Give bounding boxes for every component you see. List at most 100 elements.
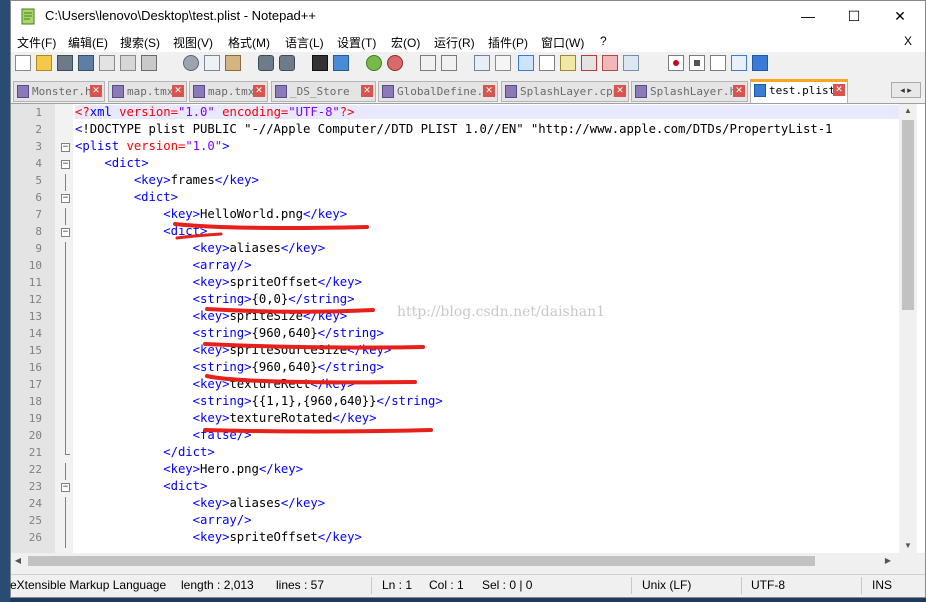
fold-guide-line	[65, 242, 66, 259]
sync-vertical-icon[interactable]	[420, 55, 436, 71]
tab-monster-h[interactable]: Monster.h ✕	[13, 81, 105, 102]
code-line: <key>HelloWorld.png</key>	[163, 207, 348, 221]
vertical-scrollbar[interactable]: ▲ ▼	[899, 104, 917, 553]
code-line: <dict>	[133, 190, 178, 204]
stop-record-icon[interactable]	[689, 55, 705, 71]
scroll-left-icon[interactable]: ◀	[11, 553, 25, 569]
close-document-button[interactable]: X	[904, 34, 912, 48]
doc-map-icon[interactable]	[539, 55, 555, 71]
menu-plugins[interactable]: 插件(P)	[488, 34, 528, 51]
fold-toggle-icon[interactable]: −	[61, 483, 70, 492]
new-file-icon[interactable]	[15, 55, 31, 71]
tab-map-tmx-1[interactable]: map.tmx ✕	[108, 81, 187, 102]
tab-close-icon[interactable]: ✕	[172, 85, 184, 97]
function-list-icon[interactable]	[560, 55, 576, 71]
tab-close-icon[interactable]: ✕	[361, 85, 373, 97]
close-file-icon[interactable]	[99, 55, 115, 71]
file-icon	[754, 84, 766, 97]
menu-window[interactable]: 窗口(W)	[541, 34, 584, 51]
paste-icon[interactable]	[225, 55, 241, 71]
tab-ds-store[interactable]: _DS_Store ✕	[271, 81, 376, 102]
close-all-icon[interactable]	[120, 55, 136, 71]
indent-guide-icon[interactable]	[518, 55, 534, 71]
replace-icon[interactable]	[333, 55, 349, 71]
tab-test-plist[interactable]: test.plist ✕	[750, 79, 848, 103]
print-icon[interactable]	[141, 55, 157, 71]
word-wrap-icon[interactable]	[474, 55, 490, 71]
show-all-chars-icon[interactable]	[495, 55, 511, 71]
tab-close-icon[interactable]: ✕	[483, 85, 495, 97]
code-line: <string>{0,0}</string>	[192, 292, 355, 306]
find-icon[interactable]	[312, 55, 328, 71]
tab-close-icon[interactable]: ✕	[614, 85, 626, 97]
copy-icon[interactable]	[204, 55, 220, 71]
menu-file[interactable]: 文件(F)	[17, 34, 56, 51]
menu-format[interactable]: 格式(M)	[228, 34, 270, 51]
menu-language[interactable]: 语言(L)	[285, 34, 324, 51]
fold-guide-line	[65, 208, 66, 225]
horizontal-scroll-thumb[interactable]	[28, 556, 815, 566]
menu-settings[interactable]: 设置(T)	[337, 34, 376, 51]
code-line: <key>Hero.png</key>	[163, 462, 303, 476]
tab-close-icon[interactable]: ✕	[90, 85, 102, 97]
zoom-out-icon[interactable]	[387, 55, 403, 71]
undo-icon[interactable]	[258, 55, 274, 71]
save-icon[interactable]	[57, 55, 73, 71]
status-mode: INS	[872, 578, 893, 592]
minimize-button[interactable]: —	[785, 1, 831, 32]
tab-map-tmx-2[interactable]: map.tmx ✕	[189, 81, 268, 102]
vertical-scroll-thumb[interactable]	[902, 120, 914, 310]
fold-guide-line	[65, 276, 66, 293]
save-macro-icon[interactable]	[752, 55, 768, 71]
fold-guide-line	[65, 497, 66, 514]
status-separator	[371, 577, 372, 594]
save-all-icon[interactable]	[78, 55, 94, 71]
fold-toggle-icon[interactable]: −	[61, 228, 70, 237]
tab-splashlayer-cpp[interactable]: SplashLayer.cpp ✕	[501, 81, 629, 102]
line-number: 20	[28, 429, 42, 442]
tab-close-icon[interactable]: ✕	[833, 84, 845, 96]
scroll-right-icon[interactable]: ▶	[881, 553, 895, 569]
menu-view[interactable]: 视图(V)	[173, 34, 213, 51]
menu-search[interactable]: 搜索(S)	[120, 34, 160, 51]
code-line: <string>{960,640}</string>	[192, 360, 384, 374]
open-file-icon[interactable]	[36, 55, 52, 71]
scroll-up-icon[interactable]: ▲	[899, 104, 917, 118]
cut-icon[interactable]	[183, 55, 199, 71]
monitoring-icon[interactable]	[602, 55, 618, 71]
status-col: Col : 1	[429, 578, 464, 592]
tab-splashlayer-h[interactable]: SplashLayer.h ✕	[631, 81, 748, 102]
play-macro-icon[interactable]	[710, 55, 726, 71]
tab-globaldefine-h[interactable]: GlobalDefine.h ✕	[378, 81, 498, 102]
notepadpp-app-icon	[21, 8, 35, 25]
close-button[interactable]: ✕	[877, 1, 923, 32]
tab-scroll-arrows[interactable]: ◂ ▸	[891, 82, 921, 98]
run-macro-multiple-icon[interactable]	[731, 55, 747, 71]
menu-run[interactable]: 运行(R)	[434, 34, 475, 51]
fold-guide-line	[65, 395, 66, 412]
fold-toggle-icon[interactable]: −	[61, 160, 70, 169]
record-macro-icon[interactable]	[668, 55, 684, 71]
tab-close-icon[interactable]: ✕	[733, 85, 745, 97]
redo-icon[interactable]	[279, 55, 295, 71]
horizontal-scrollbar[interactable]: ◀ ▶	[11, 553, 899, 569]
folder-workspace-icon[interactable]	[581, 55, 597, 71]
editor-area[interactable]: 1 2 3 4 5 6 7 8 9 10 11 12 13 14 15 16 17 18 19 20 21 22 23 24 2…	[11, 104, 925, 553]
code-line: <key>spriteOffset</key>	[192, 275, 362, 289]
line-number: 22	[28, 463, 42, 476]
zoom-in-icon[interactable]	[366, 55, 382, 71]
maximize-button[interactable]: ☐	[831, 1, 877, 32]
menu-help[interactable]: ?	[600, 34, 607, 48]
line-number: 16	[28, 361, 42, 374]
fold-toggle-icon[interactable]: −	[61, 194, 70, 203]
menu-edit[interactable]: 编辑(E)	[68, 34, 108, 51]
file-icon	[17, 85, 29, 98]
scroll-down-icon[interactable]: ▼	[899, 539, 917, 553]
tab-close-icon[interactable]: ✕	[253, 85, 265, 97]
menu-macro[interactable]: 宏(O)	[391, 34, 420, 51]
fold-guide-line	[65, 378, 66, 395]
fold-toggle-icon[interactable]: −	[61, 143, 70, 152]
sync-horizontal-icon[interactable]	[441, 55, 457, 71]
eye-icon[interactable]	[623, 55, 639, 71]
line-number: 9	[35, 242, 42, 255]
